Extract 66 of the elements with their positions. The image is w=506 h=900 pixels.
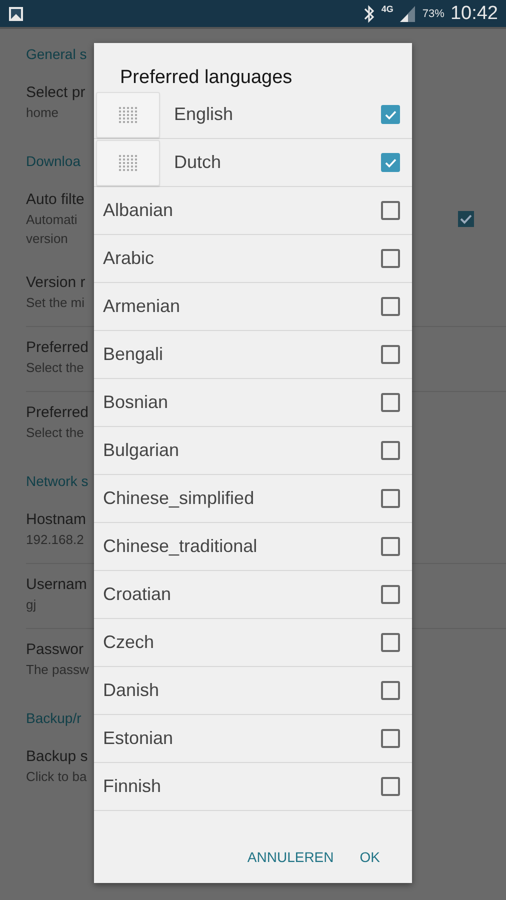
setting-title[interactable]: Preferred [26, 403, 89, 423]
section-header: Backup/r [26, 710, 82, 726]
grip-icon [119, 106, 137, 122]
section-header: Downloa [26, 153, 80, 169]
setting-title[interactable]: Select pr [26, 83, 86, 103]
language-name: Dutch [174, 152, 222, 173]
language-name: Albanian [103, 200, 174, 221]
setting-summary: home [26, 104, 59, 122]
checkbox[interactable] [381, 537, 400, 556]
language-name: Chinese_traditional [103, 536, 258, 557]
setting-summary: Click to ba [26, 768, 87, 786]
cancel-button[interactable]: ANNULEREN [239, 841, 342, 873]
checkbox[interactable] [381, 729, 400, 748]
language-name: Chinese_simplified [103, 488, 256, 509]
setting-title[interactable]: Hostnam [26, 510, 86, 530]
drag-handle[interactable] [96, 140, 160, 186]
checkbox[interactable] [381, 585, 400, 604]
section-header: General s [26, 46, 87, 62]
language-name: Armenian [103, 296, 182, 317]
clock: 10:42 [450, 2, 498, 24]
checkbox[interactable] [381, 489, 400, 508]
checkbox[interactable] [381, 393, 400, 412]
language-name: Bengali [103, 344, 164, 365]
setting-summary: gj [26, 596, 36, 614]
language-name: Danish [103, 680, 160, 701]
checkbox[interactable] [381, 105, 400, 124]
language-name: English [174, 104, 234, 125]
setting-summary: The passw [26, 661, 89, 679]
language-name: Finnish [103, 776, 162, 797]
setting-summary: Set the mi [26, 294, 85, 312]
network-label: 4G [381, 4, 394, 14]
ok-button[interactable]: OK [352, 841, 388, 873]
bluetooth-icon [363, 4, 376, 24]
checkbox[interactable] [381, 249, 400, 268]
setting-title[interactable]: Passwor [26, 640, 84, 660]
language-name: Bulgarian [103, 440, 180, 461]
battery-level: 73% [422, 8, 444, 20]
setting-summary: Select the [26, 359, 84, 377]
language-name: Arabic [103, 248, 156, 269]
language-name: Czech [103, 632, 156, 653]
checkbox[interactable] [381, 441, 400, 460]
setting-summary: 192.168.2 [26, 531, 84, 549]
grip-icon [119, 154, 137, 170]
language-name: Croatian [103, 584, 172, 605]
setting-title[interactable]: Auto filte [26, 190, 84, 210]
setting-title[interactable]: Version r [26, 273, 86, 293]
drag-handle[interactable] [96, 92, 160, 138]
checkbox[interactable] [381, 681, 400, 700]
checkbox[interactable] [381, 777, 400, 796]
gallery-icon [8, 6, 24, 22]
checkbox[interactable] [381, 345, 400, 364]
language-name: Estonian [103, 728, 174, 749]
checkbox[interactable] [458, 211, 474, 227]
setting-title[interactable]: Backup s [26, 747, 88, 767]
checkbox[interactable] [381, 153, 400, 172]
setting-title[interactable]: Usernam [26, 575, 87, 595]
dialog-title: Preferred languages [119, 66, 294, 90]
language-name: Bosnian [103, 392, 170, 413]
checkbox[interactable] [381, 297, 400, 316]
setting-summary: Select the [26, 424, 84, 442]
setting-summary: Automati version [26, 211, 78, 248]
checkbox[interactable] [381, 201, 400, 220]
signal-icon [399, 4, 416, 22]
section-header: Network s [26, 473, 88, 489]
setting-title[interactable]: Preferred [26, 338, 89, 358]
checkbox[interactable] [381, 633, 400, 652]
